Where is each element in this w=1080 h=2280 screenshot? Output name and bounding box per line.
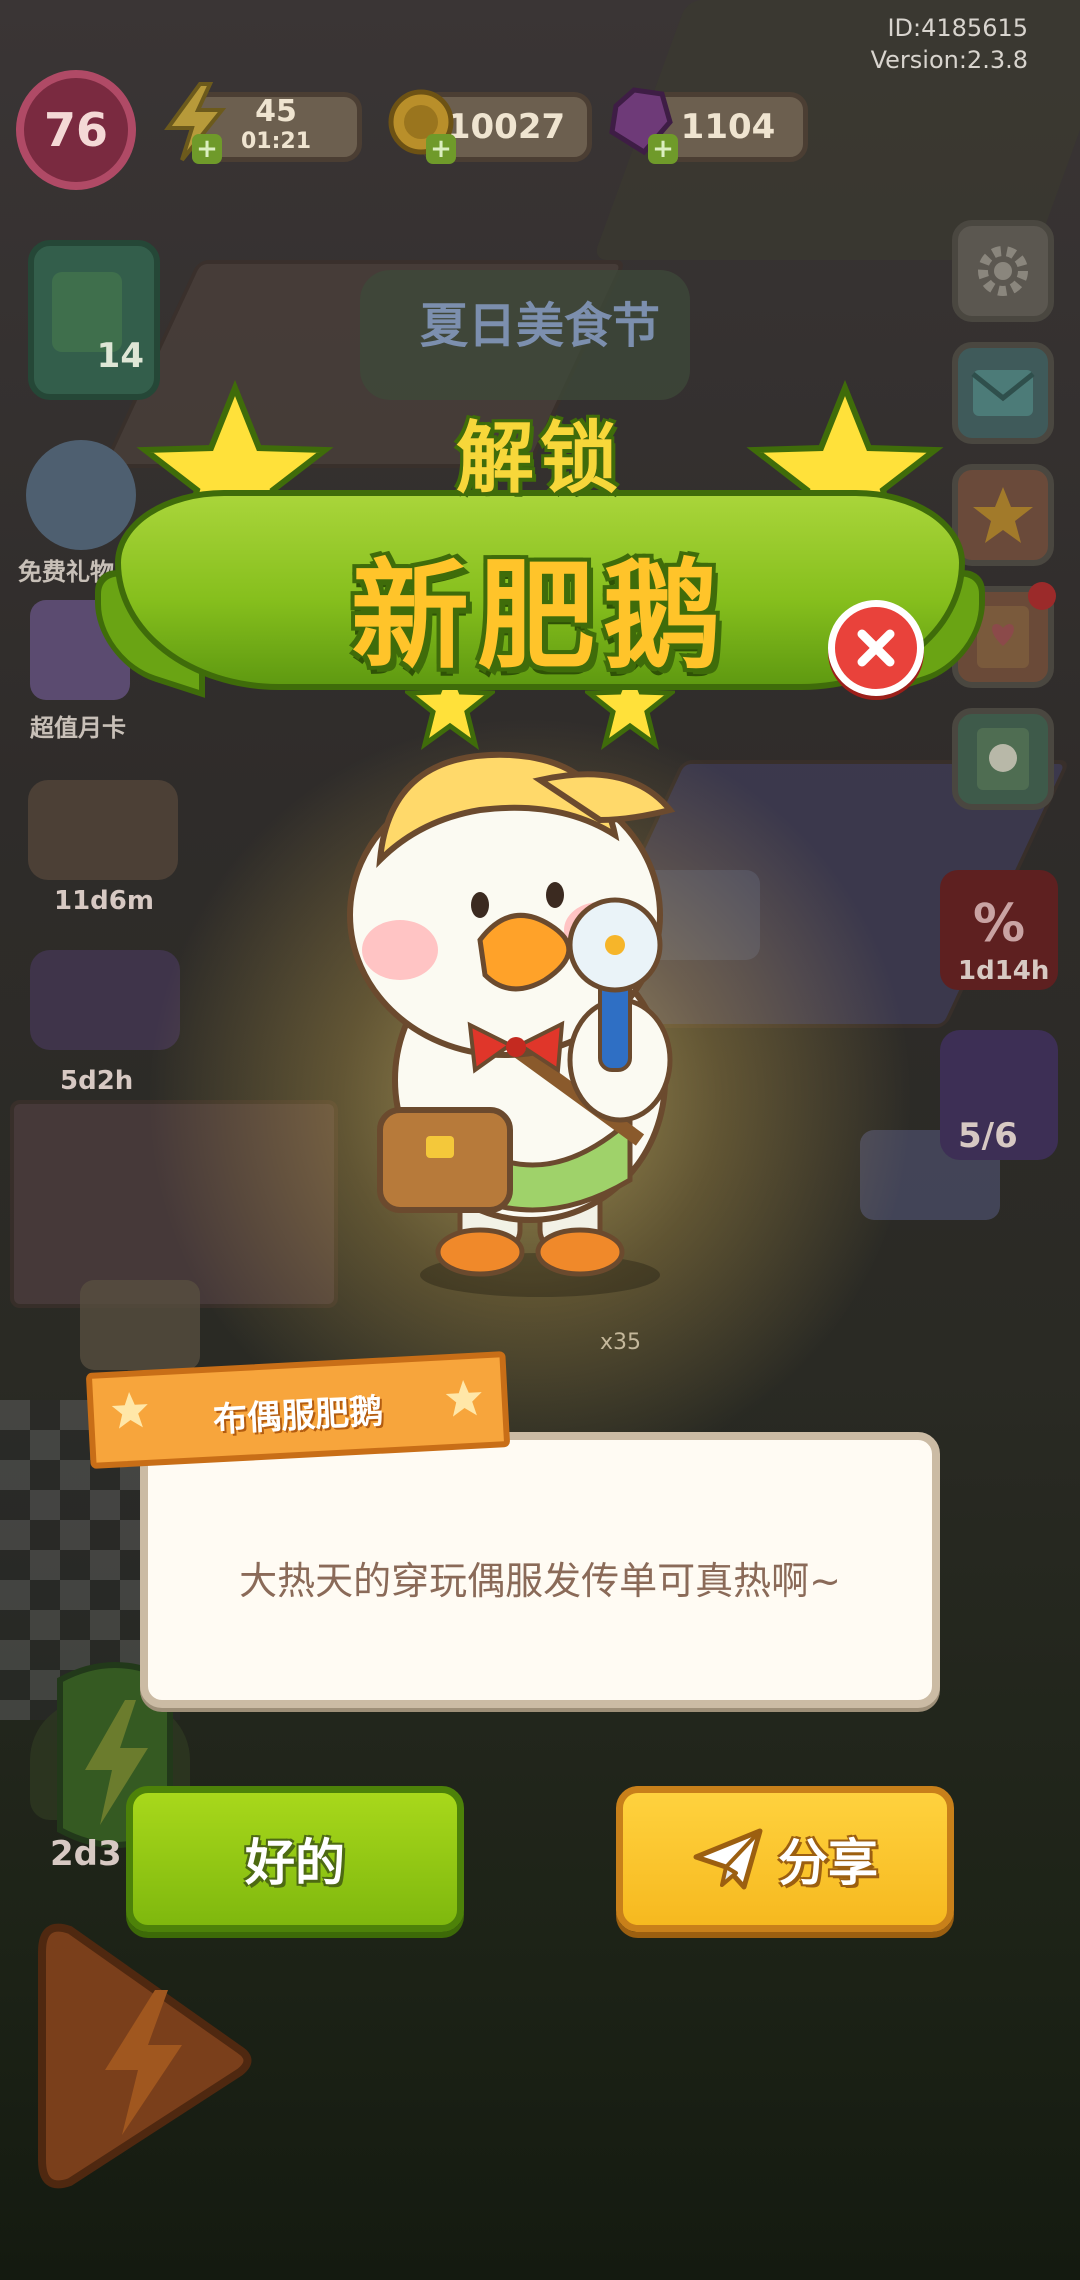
- ok-button[interactable]: 好的: [126, 1786, 464, 1932]
- share-button[interactable]: 分享: [616, 1786, 954, 1932]
- gear-icon: [978, 246, 1028, 296]
- paper-plane-icon: [693, 1828, 763, 1890]
- duck-album-button[interactable]: [952, 708, 1054, 810]
- add-coins-button[interactable]: +: [426, 134, 456, 164]
- boost-timer: 2d3: [50, 1834, 122, 1874]
- version-label: Version:2.3.8: [870, 46, 1028, 74]
- task-board-button[interactable]: 14: [28, 240, 160, 400]
- notification-dot: [1028, 582, 1056, 610]
- task-count: 14: [96, 336, 144, 376]
- coin-value: 10027: [446, 107, 566, 147]
- character-name-tag: 布偶服肥鹅: [85, 1351, 511, 1472]
- add-energy-button[interactable]: +: [192, 134, 222, 164]
- unlock-banner: 解锁 新肥鹅: [95, 380, 985, 760]
- energy-boost-button[interactable]: [30, 1920, 260, 2190]
- duck-book-icon: [977, 728, 1029, 790]
- event-sign-text: 夏日美食节: [419, 298, 660, 354]
- share-button-label: 分享: [778, 1834, 878, 1892]
- level-badge[interactable]: 76: [16, 70, 136, 190]
- settings-button[interactable]: [952, 220, 1054, 322]
- mail-button[interactable]: [952, 342, 1054, 444]
- energy-timer: 01:21: [240, 129, 312, 154]
- player-id: ID:4185615: [887, 14, 1028, 42]
- add-gems-button[interactable]: +: [648, 134, 678, 164]
- dialog-box: 大热天的穿玩偶服发传单可真热啊~: [140, 1432, 940, 1708]
- character-quote: 大热天的穿玩偶服发传单可真热啊~: [239, 1559, 841, 1603]
- mail-icon: [971, 370, 1035, 416]
- level-number: 76: [43, 103, 108, 157]
- sale-timer: 1d14h: [958, 956, 1050, 986]
- monthly-card-label[interactable]: 超值月卡: [30, 708, 126, 743]
- banner-subtitle: 解锁: [455, 414, 624, 504]
- energy-value: 45: [255, 94, 297, 129]
- ok-button-label: 好的: [245, 1834, 345, 1892]
- gem-value: 1104: [680, 107, 776, 147]
- percent-icon: %: [972, 894, 1026, 954]
- player-id-info: ID:4185615 Version:2.3.8: [871, 12, 1028, 76]
- close-button[interactable]: [828, 600, 924, 696]
- achievement-button[interactable]: [952, 464, 1054, 566]
- duck-character: [347, 751, 676, 1297]
- star-icon: [973, 487, 1033, 543]
- close-icon: [857, 629, 895, 667]
